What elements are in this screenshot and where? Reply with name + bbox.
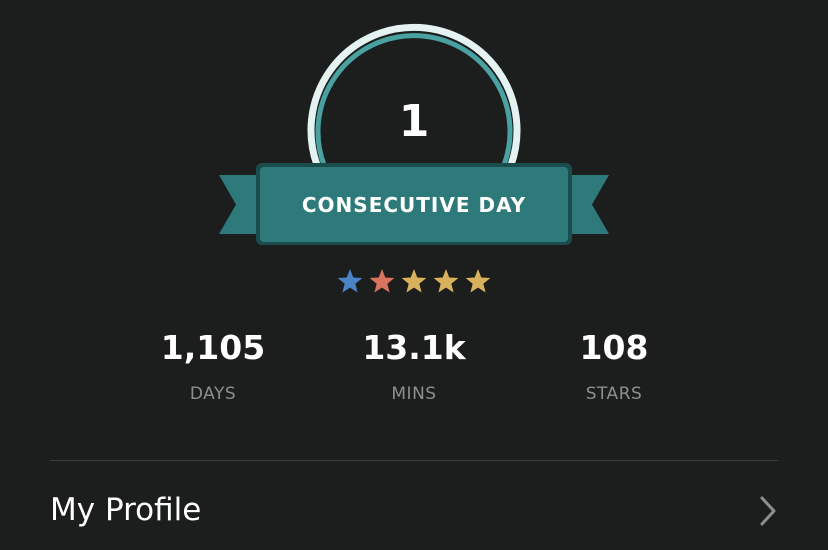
stat-days: 1,105 DAYS [113, 326, 313, 405]
my-profile-label: My Profile [50, 492, 202, 528]
streak-count: 1 [398, 96, 430, 147]
star-icon [465, 269, 491, 293]
stat-stars-value: 108 [579, 328, 649, 367]
stats-row: 1,105 DAYS 13.1k MINS 108 STARS [0, 326, 828, 416]
star-icon [401, 269, 427, 293]
my-profile-row[interactable]: My Profile [50, 470, 778, 550]
star-icon [337, 269, 363, 293]
section-divider [50, 460, 778, 461]
star-icon [369, 269, 395, 293]
stat-mins-value: 13.1k [362, 328, 466, 367]
stat-days-label: DAYS [189, 384, 237, 404]
stat-days-value: 1,105 [160, 328, 266, 367]
streak-label: CONSECUTIVE DAY [301, 193, 527, 217]
stat-stars: 108 STARS [514, 326, 714, 405]
stat-stars-label: STARS [585, 384, 643, 404]
profile-summary-screen: 1 CONSECUTIVE DAY 1,105 DAYS 13.1k MINS … [0, 0, 828, 550]
star-icon [433, 269, 459, 293]
star-rating [334, 266, 494, 296]
chevron-right-icon [760, 496, 776, 526]
stat-mins: 13.1k MINS [314, 326, 514, 405]
star-rating-icons [337, 269, 491, 293]
stat-mins-label: MINS [391, 384, 437, 404]
